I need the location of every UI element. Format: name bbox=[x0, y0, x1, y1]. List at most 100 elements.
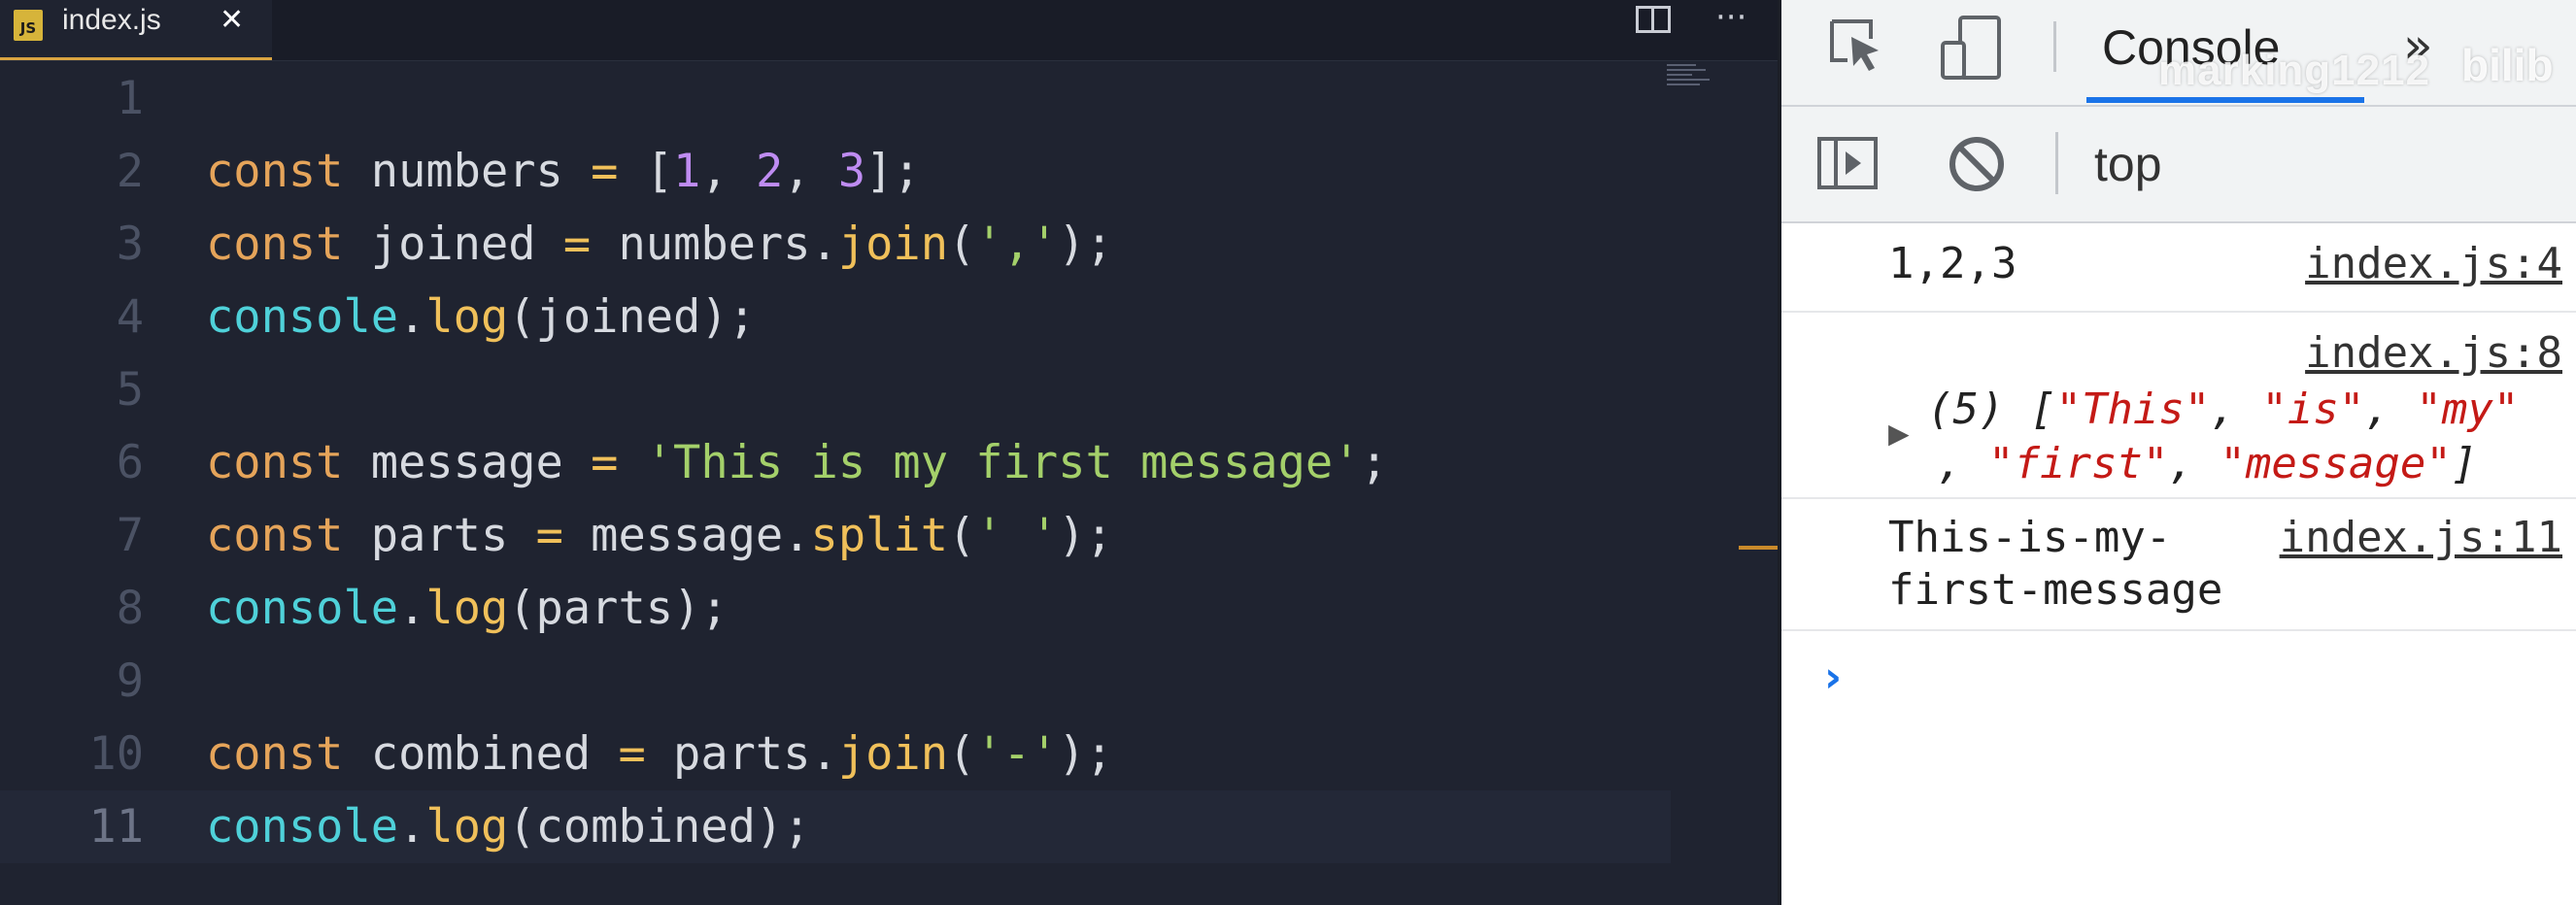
code-text: console.log(joined); bbox=[206, 281, 756, 353]
code-line[interactable]: 10 const combined = parts.join('-'); bbox=[0, 718, 1671, 790]
execution-context-selector[interactable]: top bbox=[2094, 130, 2162, 198]
code-token: const bbox=[206, 727, 344, 781]
code-line[interactable]: 11 console.log(combined); bbox=[0, 790, 1671, 863]
code-token: join bbox=[837, 218, 949, 271]
line-number: 7 bbox=[116, 509, 144, 562]
code-token: split bbox=[810, 509, 949, 562]
source-link[interactable]: index.js:8 bbox=[2305, 328, 2562, 378]
code-token: log bbox=[425, 800, 509, 854]
code-token: 1 bbox=[673, 145, 701, 198]
code-token: ',' bbox=[975, 218, 1059, 271]
code-token: (combined); bbox=[508, 800, 811, 854]
expand-arrow-icon[interactable]: ▶ bbox=[1888, 414, 1910, 453]
javascript-file-icon: JS bbox=[14, 10, 43, 41]
code-text: const combined = parts.join('-'); bbox=[206, 718, 1113, 790]
code-token: console bbox=[206, 290, 399, 344]
code-token: parts. bbox=[645, 727, 838, 781]
code-token: ; bbox=[1360, 436, 1388, 489]
code-token: (joined); bbox=[508, 290, 756, 344]
code-line[interactable]: 3 const joined = numbers.join(','); bbox=[0, 208, 1671, 281]
log-output-line2: first-message bbox=[1888, 565, 2223, 615]
code-line[interactable]: 2 const numbers = [1, 2, 3]; bbox=[0, 135, 1671, 208]
code-token: , bbox=[783, 145, 838, 198]
active-tab-indicator bbox=[2086, 97, 2364, 103]
code-text: const parts = message.split(' '); bbox=[206, 499, 1113, 572]
line-number: 9 bbox=[116, 654, 144, 708]
array-preview-continued[interactable]: , "first", "message"] bbox=[1937, 439, 2477, 488]
code-line[interactable]: 4 console.log(joined); bbox=[0, 281, 1671, 353]
code-token: [ bbox=[618, 145, 674, 198]
code-token: console bbox=[206, 800, 399, 854]
console-prompt-icon[interactable]: › bbox=[1824, 653, 1842, 702]
editor-tab-bar: JS index.js ✕ ··· bbox=[0, 0, 1778, 61]
line-number: 5 bbox=[116, 363, 144, 417]
line-number: 1 bbox=[116, 72, 144, 125]
show-console-sidebar-icon[interactable] bbox=[1816, 136, 1879, 190]
watermark-logo: bilib bbox=[2461, 40, 2554, 90]
code-token: ); bbox=[1058, 727, 1113, 781]
code-token: const bbox=[206, 218, 344, 271]
code-line[interactable]: 7 const parts = message.split(' '); bbox=[0, 499, 1671, 572]
tab-index-js[interactable]: JS index.js ✕ bbox=[0, 0, 272, 60]
code-token: . bbox=[398, 582, 426, 635]
device-toolbar-icon[interactable] bbox=[1939, 14, 2005, 82]
code-token: ( bbox=[948, 218, 976, 271]
code-token: const bbox=[206, 145, 344, 198]
close-tab-icon[interactable]: ✕ bbox=[220, 0, 244, 56]
code-text: const numbers = [1, 2, 3]; bbox=[206, 135, 921, 208]
code-token: = bbox=[535, 509, 563, 562]
code-token: 2 bbox=[755, 145, 784, 198]
code-token: console bbox=[206, 582, 399, 635]
code-token: = bbox=[591, 436, 619, 489]
more-actions-icon[interactable]: ··· bbox=[1715, 0, 1746, 35]
code-token: ' ' bbox=[975, 509, 1059, 562]
split-editor-icon[interactable] bbox=[1636, 6, 1671, 33]
code-token: numbers. bbox=[591, 218, 838, 271]
line-number: 2 bbox=[116, 145, 144, 198]
code-token: parts bbox=[343, 509, 536, 562]
log-output-line1: This-is-my- bbox=[1888, 513, 2172, 562]
code-token: '-' bbox=[975, 727, 1059, 781]
code-token: ( bbox=[948, 509, 976, 562]
inspect-element-icon[interactable] bbox=[1828, 17, 1882, 76]
log-output: 1,2,3 bbox=[1888, 239, 2017, 288]
scrollbar-position-marker[interactable] bbox=[1739, 546, 1778, 550]
watermark-text: marking1212 bbox=[2158, 47, 2431, 94]
code-token: ); bbox=[1058, 218, 1113, 271]
code-token: . bbox=[398, 800, 426, 854]
line-number: 4 bbox=[116, 290, 144, 344]
line-number: 6 bbox=[116, 436, 144, 489]
code-token: log bbox=[425, 290, 509, 344]
code-text: console.log(parts); bbox=[206, 572, 729, 645]
code-editor[interactable]: JS index.js ✕ ··· 1 2 const numbers = [1, … bbox=[0, 0, 1778, 905]
code-token: = bbox=[562, 218, 592, 271]
code-line[interactable]: 1 bbox=[0, 62, 1671, 135]
console-message: This-is-my- first-message index.js:11 bbox=[1781, 499, 2576, 631]
console-toolbar: top bbox=[1781, 107, 2576, 223]
code-token: numbers bbox=[343, 145, 592, 198]
minimap[interactable] bbox=[1667, 64, 1710, 97]
source-link[interactable]: index.js:4 bbox=[2305, 239, 2562, 288]
code-token: log bbox=[425, 582, 509, 635]
code-text: const joined = numbers.join(','); bbox=[206, 208, 1113, 281]
line-number: 10 bbox=[88, 727, 144, 781]
source-link[interactable]: index.js:11 bbox=[2280, 513, 2562, 562]
code-line[interactable]: 9 bbox=[0, 645, 1671, 718]
toolbar-divider bbox=[2053, 21, 2056, 72]
code-token: message. bbox=[562, 509, 811, 562]
toolbar-divider bbox=[2055, 132, 2058, 194]
code-token: const bbox=[206, 436, 344, 489]
code-token: ( bbox=[948, 727, 976, 781]
clear-console-icon[interactable] bbox=[1947, 134, 2007, 194]
code-line[interactable]: 5 bbox=[0, 353, 1671, 426]
code-token: ]; bbox=[865, 145, 921, 198]
code-token: . bbox=[398, 290, 426, 344]
code-token: (parts); bbox=[508, 582, 729, 635]
tab-label: index.js bbox=[62, 4, 161, 36]
code-token: , bbox=[700, 145, 756, 198]
code-line[interactable]: 8 console.log(parts); bbox=[0, 572, 1671, 645]
code-line[interactable]: 6 const message = 'This is my first messa… bbox=[0, 426, 1671, 499]
line-number: 3 bbox=[116, 218, 144, 271]
array-preview[interactable]: (5) ["This", "is", "my" bbox=[1927, 385, 2519, 434]
